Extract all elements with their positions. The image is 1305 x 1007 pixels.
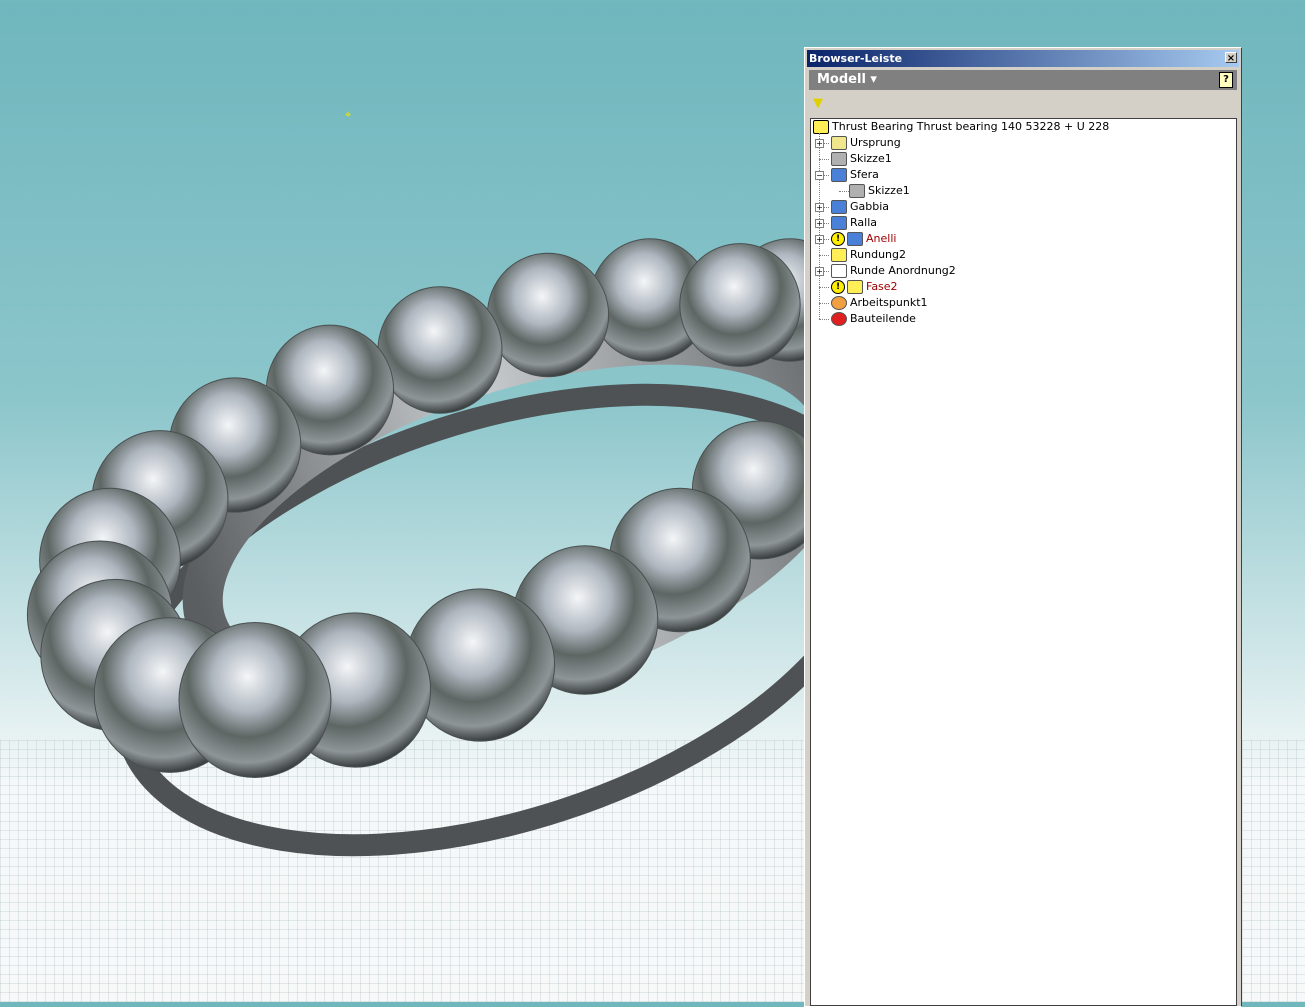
panel-title-bar: Browser-Leiste × [807,50,1239,67]
tree-item-label: Arbeitspunkt1 [850,296,928,309]
tree-line [839,191,849,192]
model-dropdown[interactable]: Modell ▾ [817,72,877,87]
expand-toggle[interactable]: + [815,139,824,148]
close-button[interactable]: × [1225,52,1237,64]
revolve-icon [831,216,847,230]
tree-item-label: Ursprung [850,136,901,149]
tree-line [819,319,829,320]
bearing-ball [679,243,801,367]
tree-item[interactable]: Sfera [831,167,879,183]
revolve-icon [831,200,847,214]
chamfer-icon [847,280,863,294]
tree-item[interactable]: ! Fase2 [831,279,898,295]
fillet-icon [831,248,847,262]
tree-item[interactable]: Gabbia [831,199,889,215]
bearing-ball [377,286,503,414]
tree-item[interactable]: Skizze1 [831,151,892,167]
browser-panel: Browser-Leiste × Modell ▾ ? ▼ Thrust Bea… [804,47,1242,1007]
tree-item[interactable]: Skizze1 [849,183,910,199]
tree-item[interactable]: Ralla [831,215,877,231]
tree-line [819,159,829,160]
bearing-ball [404,588,556,742]
tree-item-label: Sfera [850,168,879,181]
model-dropdown-bar: Modell ▾ ? [809,70,1237,90]
expand-toggle[interactable]: + [815,219,824,228]
tree-item[interactable]: Rundung2 [831,247,906,263]
tree-item-label: Skizze1 [868,184,910,197]
expand-toggle[interactable]: + [815,267,824,276]
bearing-balls [26,238,805,779]
revolve-icon [831,168,847,182]
tree-item-label: Gabbia [850,200,890,213]
part-icon [813,120,829,134]
3d-viewport[interactable] [0,0,805,1002]
tree-item-label: Anelli [866,232,897,245]
folder-icon [831,136,847,150]
help-button[interactable]: ? [1219,72,1233,88]
tree-item-label: Ralla [850,216,877,229]
tree-item[interactable]: Bauteilende [831,311,916,327]
filter-icon[interactable]: ▼ [813,96,1241,112]
bearing-ball [178,621,332,779]
bearing-ball [486,252,610,378]
tree-item-label: Rundung2 [850,248,906,261]
tree-item[interactable]: Runde Anordnung2 [831,263,956,279]
tree-line [819,287,829,288]
tree-item-label: Bauteilende [850,312,916,325]
warning-icon: ! [831,280,845,294]
tree-line [819,303,829,304]
tree-item-label: Skizze1 [850,152,892,165]
tree-line [819,255,829,256]
revolve-icon [847,232,863,246]
model-tree[interactable]: Thrust Bearing Thrust bearing 140 53228 … [810,118,1237,1006]
panel-title: Browser-Leiste [809,52,903,65]
work-point-icon [831,296,847,310]
tree-item[interactable]: Ursprung [831,135,901,151]
expand-toggle[interactable]: − [815,171,824,180]
tree-item-label: Fase2 [866,280,898,293]
end-of-part-icon [831,312,847,326]
tree-item[interactable]: Arbeitspunkt1 [831,295,928,311]
tree-item-label: Runde Anordnung2 [850,264,956,277]
tree-item[interactable]: ! Anelli [831,231,896,247]
expand-toggle[interactable]: + [815,203,824,212]
crosshair-icon: ⌖ [345,108,352,121]
circular-pattern-icon [831,264,847,278]
tree-root-label: Thrust Bearing Thrust bearing 140 53228 … [832,120,1110,133]
tree-root[interactable]: Thrust Bearing Thrust bearing 140 53228 … [813,119,1109,135]
warning-icon: ! [831,232,845,246]
expand-toggle[interactable]: + [815,235,824,244]
sketch-icon [849,184,865,198]
sketch-icon [831,152,847,166]
